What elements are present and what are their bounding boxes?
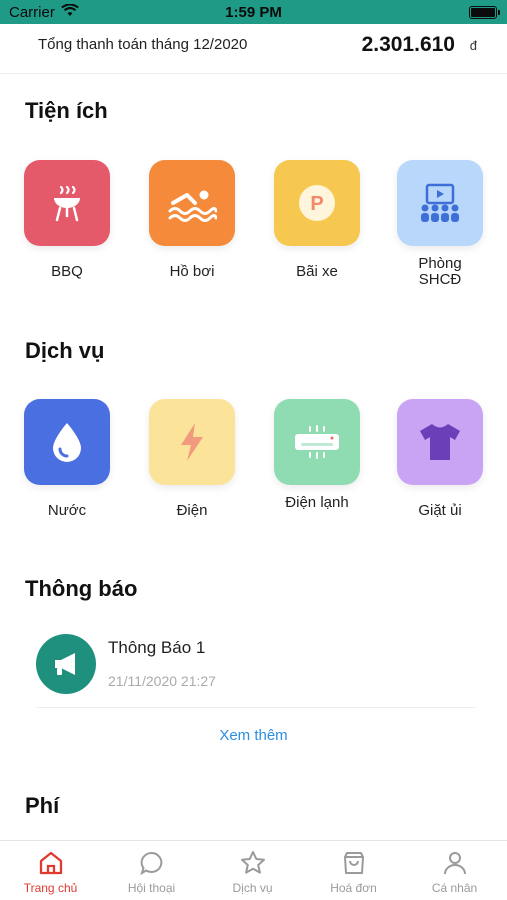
svg-text:P: P xyxy=(310,193,323,215)
fees-section-title: Phí xyxy=(25,793,60,818)
tab-label: Dịch vụ xyxy=(232,881,273,895)
service-air-conditioning[interactable]: Điện lạnh xyxy=(272,399,362,511)
bottom-tab-bar: Trang chủ Hội thoại Dịch vụ Hoá đơn Cá n… xyxy=(0,840,507,900)
monthly-total-label: Tổng thanh toán tháng 12/2020 xyxy=(38,36,248,53)
tab-chat[interactable]: Hội thoại xyxy=(101,841,202,900)
utility-community-room[interactable]: Phòng SHCĐ xyxy=(395,160,485,288)
monthly-total-amount: 2.301.610 xyxy=(361,33,455,56)
home-icon xyxy=(0,849,101,877)
lightning-icon xyxy=(149,399,235,485)
monthly-total-summary[interactable]: Tổng thanh toán tháng 12/2020 2.301.610 … xyxy=(0,24,507,74)
utility-bbq[interactable]: BBQ xyxy=(22,160,112,280)
service-label: Giặt ủi xyxy=(418,502,462,519)
home-screen: Carrier 1:59 PM Tổng thanh toán tháng 12… xyxy=(0,0,507,900)
services-section-title: Dịch vụ xyxy=(25,338,105,363)
tab-profile[interactable]: Cá nhân xyxy=(404,841,505,900)
notifications-section-title: Thông báo xyxy=(25,576,138,601)
service-label: Điện xyxy=(176,502,208,519)
utility-parking[interactable]: P Bãi xe xyxy=(272,160,362,280)
tshirt-icon xyxy=(397,399,483,485)
battery-icon xyxy=(469,6,500,19)
utility-label: BBQ xyxy=(51,263,83,280)
currency-symbol: đ xyxy=(469,38,477,53)
service-label: Điện lạnh xyxy=(285,494,349,511)
utilities-section-title: Tiện ích xyxy=(25,98,108,123)
service-laundry[interactable]: Giặt ủi xyxy=(395,399,485,519)
tab-label: Hoá đơn xyxy=(330,881,377,895)
bbq-grill-icon xyxy=(24,160,110,246)
parking-icon: P xyxy=(274,160,360,246)
notification-item[interactable]: Thông Báo 1 21/11/2020 21:27 xyxy=(36,630,476,708)
status-bar: Carrier 1:59 PM xyxy=(0,0,507,24)
community-room-icon xyxy=(397,160,483,246)
utility-label: Bãi xe xyxy=(296,263,338,280)
notification-title: Thông Báo 1 xyxy=(108,638,206,657)
tab-label: Trang chủ xyxy=(23,881,78,895)
tab-home[interactable]: Trang chủ xyxy=(0,841,101,900)
tab-label: Hội thoại xyxy=(127,881,176,895)
utility-pool[interactable]: Hồ bơi xyxy=(147,160,237,280)
service-label: Nước xyxy=(47,502,87,519)
notification-time: 21/11/2020 21:27 xyxy=(108,673,216,689)
chat-icon xyxy=(101,849,202,877)
see-more-link[interactable]: Xem thêm xyxy=(0,727,507,744)
tab-invoices[interactable]: Hoá đơn xyxy=(303,841,404,900)
tab-services[interactable]: Dịch vụ xyxy=(202,841,303,900)
star-icon xyxy=(202,849,303,877)
megaphone-icon xyxy=(36,634,96,694)
shopping-bag-icon xyxy=(303,849,404,877)
tab-label: Cá nhân xyxy=(431,881,478,895)
utility-label: Hồ bơi xyxy=(169,263,215,280)
swimming-icon xyxy=(149,160,235,246)
service-water[interactable]: Nước xyxy=(22,399,112,519)
clock: 1:59 PM xyxy=(225,4,282,21)
water-drop-icon xyxy=(24,399,110,485)
service-electricity[interactable]: Điện xyxy=(147,399,237,519)
user-icon xyxy=(404,849,505,877)
utility-label: Phòng SHCĐ xyxy=(418,255,462,288)
air-conditioner-icon xyxy=(274,399,360,485)
